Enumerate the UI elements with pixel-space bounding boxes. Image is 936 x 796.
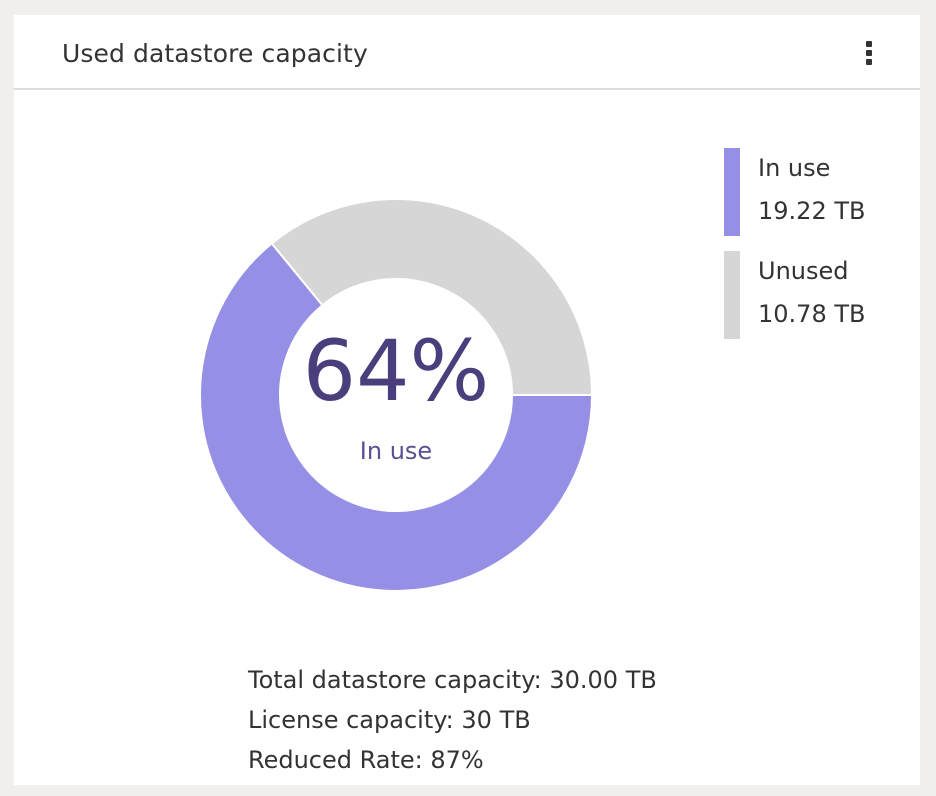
legend-label-unused: Unused bbox=[758, 257, 849, 285]
legend-value-in-use: 19.22 TB bbox=[758, 197, 866, 225]
datastore-capacity-widget: Used datastore capacity 64% In use In us… bbox=[14, 15, 920, 785]
license-capacity-text: License capacity: 30 TB bbox=[248, 706, 531, 734]
center-caption: In use bbox=[359, 437, 433, 465]
center-percent: 64% bbox=[302, 322, 490, 420]
legend-value-unused: 10.78 TB bbox=[758, 300, 866, 328]
capacity-stats: Total datastore capacity: 30.00 TB Licen… bbox=[248, 660, 657, 780]
legend-swatch-unused bbox=[724, 251, 740, 339]
reduced-rate-text: Reduced Rate: 87% bbox=[248, 746, 484, 774]
legend-swatch-in-use bbox=[724, 148, 740, 236]
total-capacity-text: Total datastore capacity: 30.00 TB bbox=[248, 666, 657, 694]
legend-label-in-use: In use bbox=[758, 154, 831, 182]
